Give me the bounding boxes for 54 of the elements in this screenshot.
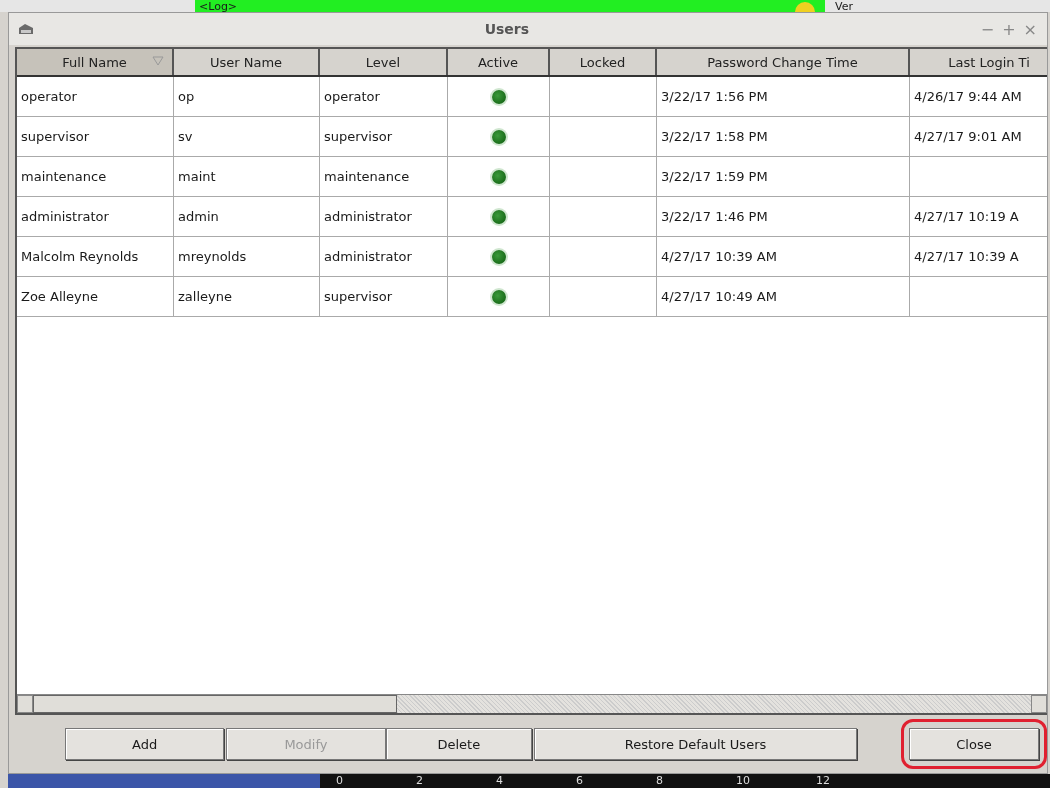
table-cell: supervisor [324, 129, 392, 144]
table-cell: 4/27/17 10:39 A [914, 249, 1019, 264]
table-cell: sv [178, 129, 193, 144]
table-cell: administrator [324, 209, 412, 224]
table-cell: Zoe Alleyne [21, 289, 99, 304]
column-header[interactable]: User Name [174, 49, 320, 75]
axis-tick-label: 2 [415, 774, 424, 788]
table-cell: maintenance [324, 169, 410, 184]
table-cell: supervisor [21, 129, 89, 144]
axis-tick-label: 4 [495, 774, 504, 788]
table-cell: admin [178, 209, 219, 224]
axis-tick-label: 8 [655, 774, 664, 788]
window-title: Users [483, 21, 531, 37]
column-header[interactable]: Active [448, 49, 550, 75]
table-cell: maint [178, 169, 216, 184]
axis-tick-label: 6 [575, 774, 584, 788]
table-cell: 4/27/17 9:01 AM [914, 129, 1022, 144]
table-cell: 4/27/17 10:19 A [914, 209, 1019, 224]
table-cell: operator [21, 89, 77, 104]
scroll-left-icon[interactable] [17, 695, 33, 713]
dialog-button[interactable]: Restore Default Users [534, 728, 857, 760]
log-label: <Log> [198, 2, 238, 12]
scroll-right-icon[interactable] [1031, 695, 1047, 713]
sort-triangle-icon [152, 56, 164, 66]
column-header[interactable]: Locked [550, 49, 657, 75]
table-cell: operator [324, 89, 380, 104]
column-header[interactable]: Full Name [17, 49, 174, 75]
table-cell: administrator [324, 249, 412, 264]
table-cell: 3/22/17 1:46 PM [661, 209, 768, 224]
table-cell: 3/22/17 1:58 PM [661, 129, 768, 144]
table-cell: administrator [21, 209, 109, 224]
table-cell: 4/27/17 10:39 AM [661, 249, 777, 264]
axis-tick-label: 12 [815, 774, 831, 788]
version-label: Ver [835, 2, 853, 12]
table-cell: op [178, 89, 195, 104]
table-cell: maintenance [21, 169, 107, 184]
table-cell: 4/27/17 10:49 AM [661, 289, 777, 304]
axis-tick-label: 10 [735, 774, 751, 788]
table-cell: zalleyne [178, 289, 232, 304]
scroll-thumb[interactable] [33, 695, 397, 713]
table-cell: supervisor [324, 289, 392, 304]
table-cell: 4/26/17 9:44 AM [914, 89, 1022, 104]
table-cell: 3/22/17 1:59 PM [661, 169, 768, 184]
dialog-button[interactable]: Add [65, 728, 225, 760]
table-cell: mreynolds [178, 249, 247, 264]
horizontal-scrollbar[interactable] [17, 694, 1047, 713]
table-cell: Malcolm Reynolds [21, 249, 139, 264]
column-header[interactable]: Last Login Ti [910, 49, 1047, 75]
table-cell: 3/22/17 1:56 PM [661, 89, 768, 104]
axis-tick-label: 0 [335, 774, 344, 788]
dialog-button[interactable]: Delete [385, 728, 532, 760]
column-header[interactable]: Level [320, 49, 448, 75]
dialog-button[interactable]: Close [909, 728, 1039, 760]
column-header[interactable]: Password Change Time [657, 49, 910, 75]
